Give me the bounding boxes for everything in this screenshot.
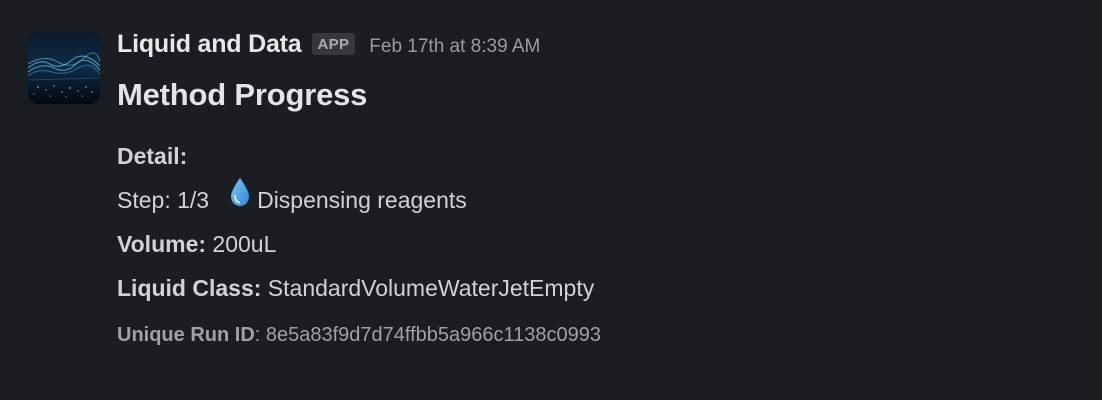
run-id-separator: :: [254, 324, 261, 346]
chat-message: Liquid and Data APP Feb 17th at 8:39 AM …: [0, 0, 1102, 400]
liquid-class-label: Liquid Class:: [117, 275, 262, 301]
liquid-class-row: Liquid Class: StandardVolumeWaterJetEmpt…: [117, 266, 1082, 310]
volume-value: 200uL: [212, 231, 277, 257]
detail-label: Detail:: [117, 143, 188, 169]
app-badge: APP: [311, 33, 356, 55]
step-row: Step: 1/3 Dispensing reagents: [117, 177, 1082, 222]
run-id-row: Unique Run ID: 8e5a83f9d7d74ffbb5a966c11…: [117, 324, 1082, 347]
step-text: Dispensing reagents: [257, 187, 467, 213]
details-block: Detail: Step: 1/3 Dispensing reagents Vo…: [117, 134, 1082, 310]
liquid-class-value: StandardVolumeWaterJetEmpty: [267, 275, 595, 301]
step-prefix: Step: 1/3: [117, 187, 210, 213]
avatar-image: [28, 32, 100, 104]
sender-name[interactable]: Liquid and Data: [117, 30, 302, 59]
run-id-label: Unique Run ID: [117, 324, 255, 346]
message-content: Liquid and Data APP Feb 17th at 8:39 AM …: [117, 30, 1082, 347]
run-id-value: 8e5a83f9d7d74ffbb5a966c1138c0993: [265, 324, 602, 346]
timestamp[interactable]: Feb 17th at 8:39 AM: [369, 36, 540, 58]
droplet-icon: [229, 177, 251, 221]
message-title: Method Progress: [117, 77, 368, 112]
app-avatar[interactable]: [28, 32, 100, 104]
volume-row: Volume: 200uL: [117, 222, 1082, 266]
message-header: Liquid and Data APP Feb 17th at 8:39 AM: [117, 30, 1082, 66]
volume-label: Volume:: [117, 231, 207, 257]
detail-heading-row: Detail:: [117, 134, 1082, 178]
